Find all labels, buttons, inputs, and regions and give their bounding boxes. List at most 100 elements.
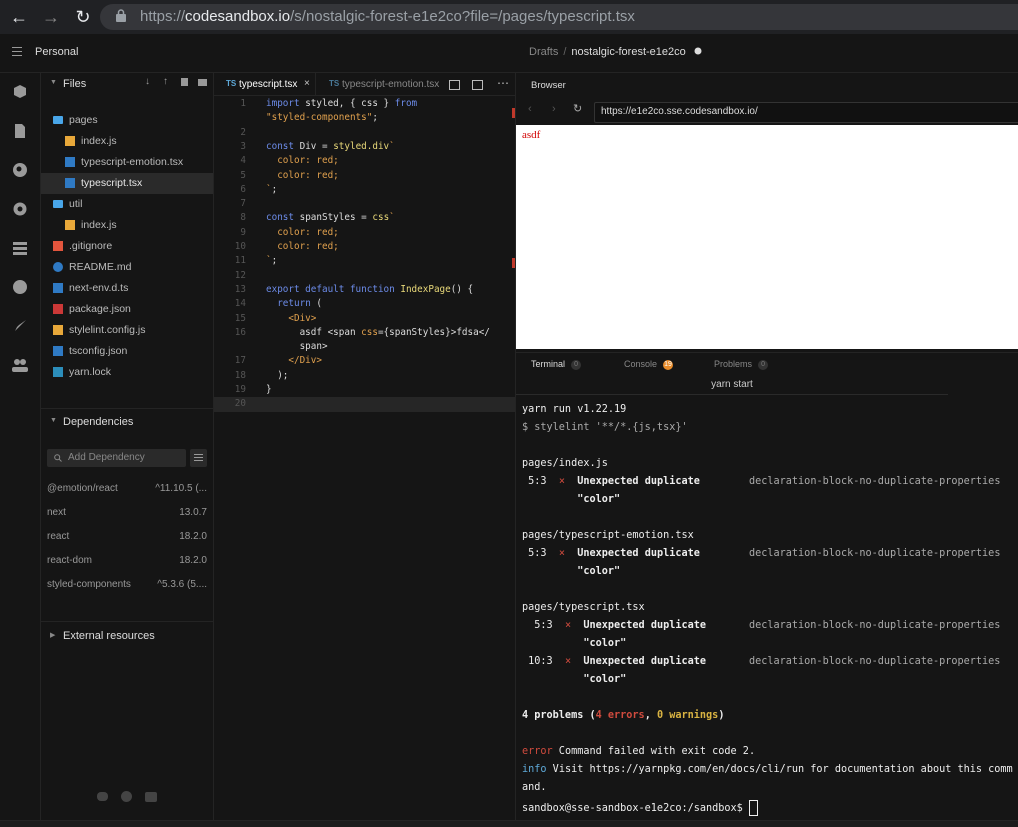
- tab-label: typescript.tsx: [239, 79, 298, 90]
- split-view-icon[interactable]: [449, 80, 460, 90]
- address-bar[interactable]: https://codesandbox.io/s/nostalgic-fores…: [100, 4, 1018, 30]
- team-name[interactable]: Personal: [35, 46, 78, 58]
- line-text: "styled-components";: [266, 112, 378, 124]
- tab-label: Problems: [714, 359, 753, 369]
- back-icon[interactable]: ←: [9, 7, 29, 27]
- ts-file-icon: TS: [226, 79, 237, 88]
- file-tree-item[interactable]: typescript.tsx: [41, 173, 213, 194]
- count-badge: 0: [758, 359, 769, 370]
- github-icon[interactable]: [11, 278, 29, 296]
- forward-icon[interactable]: ›: [552, 103, 556, 115]
- terminal-line: "color": [583, 638, 627, 649]
- terminal-output[interactable]: yarn run v1.22.19 $ stylelint '**/*.{js,t…: [516, 395, 1018, 826]
- add-folder-icon[interactable]: [198, 79, 207, 86]
- forward-icon[interactable]: →: [41, 7, 61, 27]
- file-tree-item[interactable]: index.js: [41, 131, 213, 152]
- line-number: 2: [240, 126, 246, 138]
- dependency-item[interactable]: next 13.0.7: [47, 507, 207, 518]
- menu-icon[interactable]: [12, 47, 22, 59]
- dependency-name: @emotion/react: [47, 483, 118, 494]
- list-icon[interactable]: [190, 449, 207, 467]
- file-tree-item[interactable]: package.json: [41, 299, 213, 320]
- file-tree-item-label: typescript.tsx: [81, 177, 143, 189]
- terminal-line: 5:3 × Unexpected duplicate declaration-b…: [522, 548, 1001, 559]
- line-text: );: [266, 369, 289, 381]
- file-tree-item[interactable]: next-env.d.ts: [41, 278, 213, 299]
- more-icon[interactable]: ⋯: [497, 76, 509, 90]
- file-tree-item[interactable]: pages: [41, 110, 213, 131]
- users-icon[interactable]: [11, 356, 29, 374]
- sandbox-name[interactable]: nostalgic-forest-e1e2co: [571, 46, 685, 58]
- file-tree-item[interactable]: tsconfig.json: [41, 341, 213, 362]
- discord-icon[interactable]: [145, 792, 157, 802]
- line-text: <Div>: [288, 312, 317, 324]
- terminal-line: 10:3 × Unexpected duplicate declaration-…: [522, 656, 1001, 667]
- preview-viewport[interactable]: asdf: [516, 125, 1018, 349]
- tab-typescript-emotion-tsx[interactable]: TS typescript-emotion.tsx: [317, 73, 447, 95]
- tab-console[interactable]: Console 19: [624, 359, 674, 370]
- dependency-name: react-dom: [47, 555, 93, 566]
- reload-icon[interactable]: ↻: [73, 7, 93, 27]
- gear-icon[interactable]: [11, 200, 29, 218]
- line-number: 10: [234, 241, 246, 252]
- line-text: `;: [266, 183, 278, 195]
- dependency-item[interactable]: react 18.2.0: [47, 531, 207, 542]
- breadcrumb-drafts[interactable]: Drafts: [529, 46, 558, 58]
- tab-label: Console: [624, 359, 658, 369]
- preview-icon[interactable]: [472, 80, 483, 90]
- twitter-icon[interactable]: [97, 792, 108, 801]
- terminal-line: and.: [522, 782, 547, 793]
- tab-typescript-tsx[interactable]: TS typescript.tsx ×: [214, 73, 316, 95]
- terminal-line: 5:3 × Unexpected duplicate declaration-b…: [522, 476, 1001, 487]
- ts-file-icon: [65, 178, 75, 188]
- external-resources-header[interactable]: ▶ External resources: [41, 625, 213, 647]
- line-number: 1: [240, 98, 246, 109]
- code-line: 16 asdf <span css={spanStyles}>fdsa</: [214, 326, 515, 340]
- git-icon: [53, 241, 63, 251]
- add-dependency-input[interactable]: Add Dependency: [47, 449, 186, 467]
- file-tree-item[interactable]: yarn.lock: [41, 362, 213, 383]
- upload-icon[interactable]: ↑: [163, 76, 168, 87]
- dependencies-header[interactable]: ▼ Dependencies: [41, 411, 213, 433]
- dependency-item[interactable]: @emotion/react ^11.10.5 (...: [47, 483, 207, 494]
- ts-file-icon: [53, 283, 63, 293]
- code-line: 11 `;: [214, 254, 515, 268]
- file-tree-item-label: util: [69, 198, 83, 210]
- line-number: 4: [240, 155, 246, 167]
- code-line: 18 );: [214, 369, 515, 383]
- files-header[interactable]: ▼ Files ↓ ↑: [41, 73, 213, 95]
- file-tree-item[interactable]: stylelint.config.js: [41, 320, 213, 341]
- file-tree-item-label: .gitignore: [69, 240, 113, 252]
- dependency-item[interactable]: styled-components ^5.3.6 (5....: [47, 579, 207, 590]
- task-tab-yarn-start[interactable]: yarn start: [516, 376, 948, 395]
- file-tree-item[interactable]: index.js: [41, 215, 213, 236]
- line-text: const Div = styled.div`: [266, 140, 395, 152]
- refresh-icon[interactable]: ↻: [573, 102, 582, 115]
- cube-icon[interactable]: [11, 83, 29, 101]
- file-tree-item[interactable]: README.md: [41, 257, 213, 278]
- line-number: 6: [240, 183, 246, 195]
- add-file-icon[interactable]: [181, 78, 188, 86]
- address-bar-url: https://codesandbox.io/s/nostalgic-fores…: [140, 8, 635, 25]
- rocket-icon[interactable]: [11, 317, 29, 335]
- file-tree-item[interactable]: util: [41, 194, 213, 215]
- search-icon[interactable]: [11, 161, 29, 179]
- line-number: 19: [234, 384, 246, 395]
- server-icon[interactable]: [11, 239, 29, 257]
- new-file-icon[interactable]: ↓: [145, 76, 150, 87]
- tab-terminal[interactable]: Terminal 0: [531, 359, 582, 370]
- tab-problems[interactable]: Problems 0: [714, 359, 769, 370]
- back-icon[interactable]: ‹: [528, 103, 532, 115]
- file-tree-item[interactable]: .gitignore: [41, 236, 213, 257]
- file-icon[interactable]: [11, 122, 29, 140]
- preview-text: asdf: [522, 129, 541, 141]
- js-file-icon: [65, 220, 75, 230]
- editor-tabs: TS typescript.tsx × TS typescript-emotio…: [214, 73, 515, 96]
- code-line: 19}: [214, 383, 515, 397]
- file-tree-item[interactable]: typescript-emotion.tsx: [41, 152, 213, 173]
- preview-address-input[interactable]: https://e1e2co.sse.codesandbox.io/: [594, 102, 1018, 123]
- github-icon[interactable]: [121, 791, 132, 802]
- close-icon[interactable]: ×: [304, 78, 310, 89]
- dependency-item[interactable]: react-dom 18.2.0: [47, 555, 207, 566]
- terminal-line: $ stylelint '**/*.{js,tsx}': [522, 422, 688, 433]
